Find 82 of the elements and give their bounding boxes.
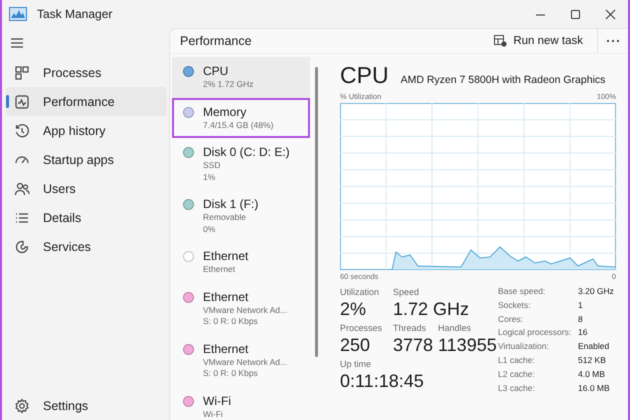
device-name: Disk 1 (F:): [203, 197, 258, 212]
device-name: Disk 0 (C: D: E:): [203, 145, 290, 160]
spec-label: Virtualization:: [498, 340, 550, 354]
device-item[interactable]: Wi-Fi Wi-Fi: [172, 386, 310, 420]
nav-item[interactable]: Performance: [6, 87, 167, 116]
device-item[interactable]: Disk 1 (F:) Removable 0%: [172, 190, 310, 242]
stat-value: 250: [340, 335, 372, 356]
device-title: CPU: [340, 62, 389, 89]
scrollbar[interactable]: [315, 67, 318, 357]
stat-label: Up time: [340, 358, 372, 371]
spec-label: L2 cache:: [498, 368, 536, 381]
device-info: VMware Network Ad...: [203, 304, 288, 316]
stat-value: 113955: [438, 335, 497, 356]
spec-label: Sockets:: [498, 298, 532, 312]
stat-label: Processes: [340, 322, 384, 335]
clock-icon: [14, 122, 30, 138]
device-info: S: 0 R: 0 Kbps: [203, 316, 259, 328]
device-info: SSD: [203, 160, 222, 172]
device-name: Ethernet: [203, 249, 248, 264]
device-info: Wi-Fi: [203, 408, 224, 420]
device-info: 2% 1.72 GHz: [203, 79, 254, 90]
nav-item[interactable]: Processes: [6, 58, 167, 87]
processor-model: AMD Ryzen 7 5800H with Radeon Graphics: [400, 74, 606, 86]
spec-value: 16: [578, 326, 588, 340]
window-title: Task Manager: [37, 7, 112, 21]
device-info: Removable: [203, 212, 247, 224]
spec-label: Cores:: [498, 312, 524, 326]
settings-icon: [14, 398, 30, 414]
device-name: Wi-Fi: [203, 394, 231, 408]
nav-item[interactable]: App history: [6, 116, 167, 145]
spec-value: 4.0 MB: [578, 368, 606, 381]
spec-label: L1 cache:: [498, 354, 536, 367]
device-info: 0%: [203, 224, 216, 235]
device-item[interactable]: Ethernet VMware Network Ad... S: 0 R: 0 Kbps: [172, 334, 310, 386]
device-info: Ethernet: [203, 264, 236, 276]
device-item[interactable]: Memory 7.4/15.4 GB (48%): [172, 98, 310, 138]
new-task-icon: [494, 35, 508, 47]
device-info: S: 0 R: 0 Kbps: [203, 368, 259, 380]
device-info: VMware Network Ad...: [203, 356, 288, 368]
puzzle-icon: [14, 238, 30, 254]
device-name: Memory: [203, 104, 248, 120]
spec-value: Enabled: [578, 340, 610, 354]
nav-item[interactable]: Startup apps: [6, 145, 167, 174]
spec-value: 16.0 MB: [578, 382, 611, 395]
device-info: 7.4/15.4 GB (48%): [203, 120, 274, 131]
nav-item[interactable]: Services: [6, 232, 167, 261]
spec-value: 3.20 GHz: [578, 285, 614, 298]
more-icon[interactable]: [606, 39, 620, 43]
stat-value: 3778: [393, 335, 434, 356]
spec-value: 512 KB: [578, 354, 607, 367]
app-icon: [9, 7, 27, 21]
device-item[interactable]: CPU 2% 1.72 GHz: [172, 57, 310, 98]
stat-value: 1.72 GHz: [393, 299, 470, 320]
nav-item[interactable]: Users: [6, 174, 167, 203]
page-title: Performance: [180, 34, 253, 48]
close-icon[interactable]: [605, 8, 616, 20]
settings-item[interactable]: Settings: [6, 391, 167, 420]
spec-label: Base speed:: [498, 285, 546, 298]
spec-label: L3 cache:: [498, 382, 536, 395]
device-item[interactable]: Ethernet Ethernet: [172, 242, 310, 282]
spec-value: 1: [578, 298, 584, 312]
grid-icon: [14, 64, 30, 80]
maximize-icon[interactable]: [570, 8, 581, 20]
nav-item[interactable]: Details: [6, 203, 167, 232]
spec-label: Logical processors:: [498, 326, 572, 340]
pulse-chart-icon: [14, 94, 30, 110]
users-icon: [14, 180, 30, 196]
device-item[interactable]: Ethernet VMware Network Ad... S: 0 R: 0 Kbps: [172, 282, 310, 334]
device-name: Ethernet: [203, 342, 250, 356]
stat-label: Speed: [393, 286, 420, 299]
device-info: 1%: [203, 172, 216, 183]
stat-label: Utilization: [340, 286, 380, 299]
stat-value: 0:11:18:45: [340, 371, 424, 392]
menu-icon[interactable]: [10, 37, 24, 49]
device-name: Ethernet: [203, 290, 250, 304]
spec-value: 8: [578, 312, 584, 326]
device-name: CPU: [203, 64, 230, 79]
run-new-task-button[interactable]: Run new task: [486, 31, 591, 51]
stat-label: Handles: [438, 322, 472, 335]
stat-label: Threads: [393, 322, 428, 335]
stat-value: 2%: [340, 299, 368, 320]
device-item[interactable]: Disk 0 (C: D: E:) SSD 1%: [172, 138, 310, 190]
